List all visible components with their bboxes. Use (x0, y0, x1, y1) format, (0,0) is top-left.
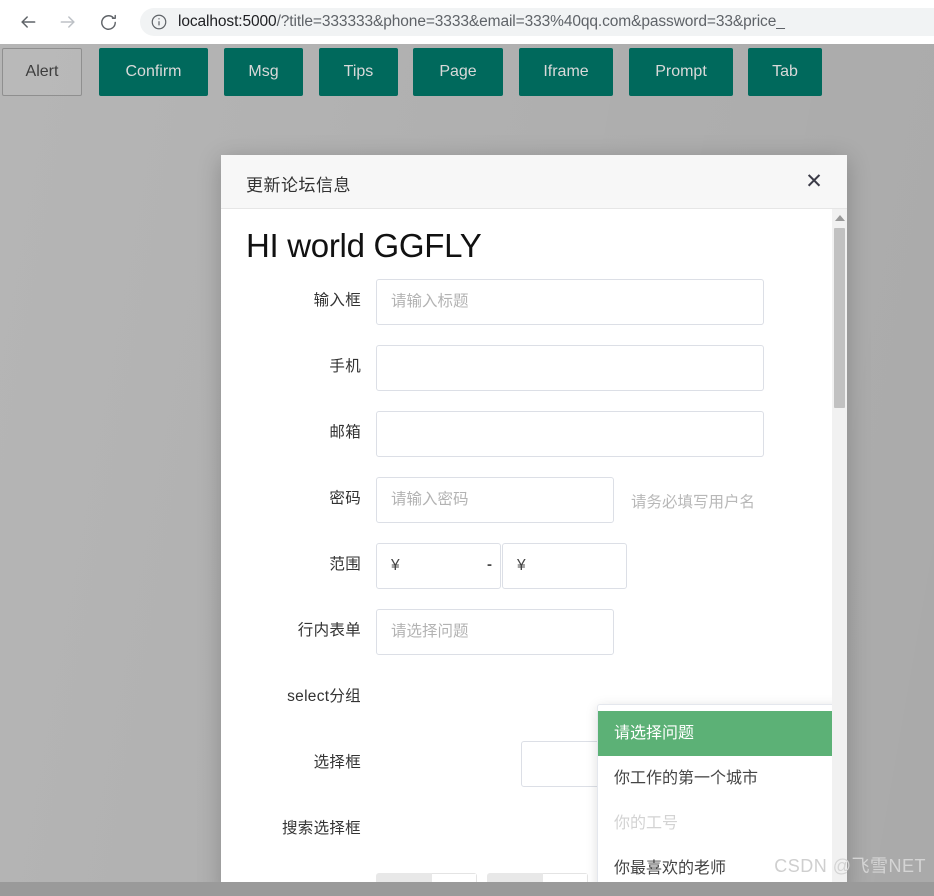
dropdown-option-2: 你的工号 (598, 801, 847, 846)
range-max-input[interactable] (502, 543, 627, 589)
url-text: localhost:5000/?title=333333&phone=3333&… (178, 13, 785, 31)
forward-icon[interactable] (48, 0, 88, 44)
form-row-input: 输入框 (221, 271, 847, 337)
confirm-button[interactable]: Confirm (99, 48, 208, 96)
screenshot-root: localhost:5000/?title=333333&phone=3333&… (0, 0, 934, 896)
tab-button[interactable]: Tab (748, 48, 822, 96)
select-label: 选择框 (221, 750, 361, 772)
tips-button[interactable]: Tips (319, 48, 398, 96)
input-label: 输入框 (221, 288, 361, 310)
scrollbar-thumb[interactable] (834, 228, 845, 408)
prompt-button[interactable]: Prompt (629, 48, 733, 96)
scroll-up-arrow-icon[interactable] (835, 215, 845, 221)
close-icon[interactable]: ✕ (799, 166, 829, 196)
password-input[interactable] (376, 477, 614, 523)
title-input[interactable] (376, 279, 764, 325)
select-group-label: select分组 (221, 684, 361, 706)
dropdown-option-1[interactable]: 你工作的第一个城市 (598, 756, 847, 801)
search-select-label: 搜索选择框 (221, 816, 361, 838)
back-icon[interactable] (8, 0, 48, 44)
password-label: 密码 (221, 486, 361, 508)
range-min-input[interactable] (376, 543, 501, 589)
modal-header: 更新论坛信息 ✕ (221, 155, 847, 209)
browser-nav-buttons (0, 0, 128, 44)
demo-button-toolbar: Alert Confirm Msg Tips Page Iframe Promp… (0, 44, 934, 104)
form-row-inline-form: 行内表单 (221, 601, 847, 667)
range-separator: - (487, 556, 492, 573)
select-dropdown-panel: 请选择问题 你工作的第一个城市 你的工号 你最喜欢的老师 (597, 704, 847, 896)
url-query: /?title=333333&phone=3333&email=333%40qq… (277, 13, 785, 30)
site-info-icon[interactable] (150, 13, 168, 31)
page-button[interactable]: Page (413, 48, 503, 96)
phone-control (376, 345, 764, 391)
modal-dialog: 更新论坛信息 ✕ HI world GGFLY 输入框 手机 (221, 155, 847, 896)
password-hint: 请务必填写用户名 (631, 490, 755, 512)
dropdown-option-0[interactable]: 请选择问题 (598, 711, 847, 756)
browser-chrome: localhost:5000/?title=333333&phone=3333&… (0, 0, 934, 44)
iframe-button[interactable]: Iframe (519, 48, 613, 96)
url-host: localhost:5000 (178, 13, 277, 30)
form-row-range: 范围 - (221, 535, 847, 601)
inline-form-select[interactable] (376, 609, 614, 655)
page-title: HI world GGFLY (246, 227, 481, 265)
email-input[interactable] (376, 411, 764, 457)
range-max-control (502, 543, 627, 589)
address-bar[interactable]: localhost:5000/?title=333333&phone=3333&… (140, 8, 934, 36)
inline-form-control (376, 609, 847, 655)
page-overlay: Alert Confirm Msg Tips Page Iframe Promp… (0, 44, 934, 896)
reload-icon[interactable] (88, 0, 128, 44)
form-row-password: 密码 请务必填写用户名 (221, 469, 847, 535)
password-control (376, 477, 614, 523)
email-control (376, 411, 764, 457)
inline-form-label: 行内表单 (221, 618, 361, 640)
phone-label: 手机 (221, 354, 361, 376)
range-label: 范围 (221, 552, 361, 574)
form-row-email: 邮箱 (221, 403, 847, 469)
range-min-control (376, 543, 501, 589)
form-row-phone: 手机 (221, 337, 847, 403)
modal-title: 更新论坛信息 (246, 171, 351, 196)
msg-button[interactable]: Msg (224, 48, 303, 96)
email-label: 邮箱 (221, 420, 361, 442)
alert-button[interactable]: Alert (2, 48, 82, 96)
bottom-strip (0, 882, 934, 896)
input-control (376, 279, 764, 325)
modal-scrollbar[interactable] (832, 209, 847, 896)
modal-body: HI world GGFLY 输入框 手机 (221, 209, 847, 896)
phone-input[interactable] (376, 345, 764, 391)
